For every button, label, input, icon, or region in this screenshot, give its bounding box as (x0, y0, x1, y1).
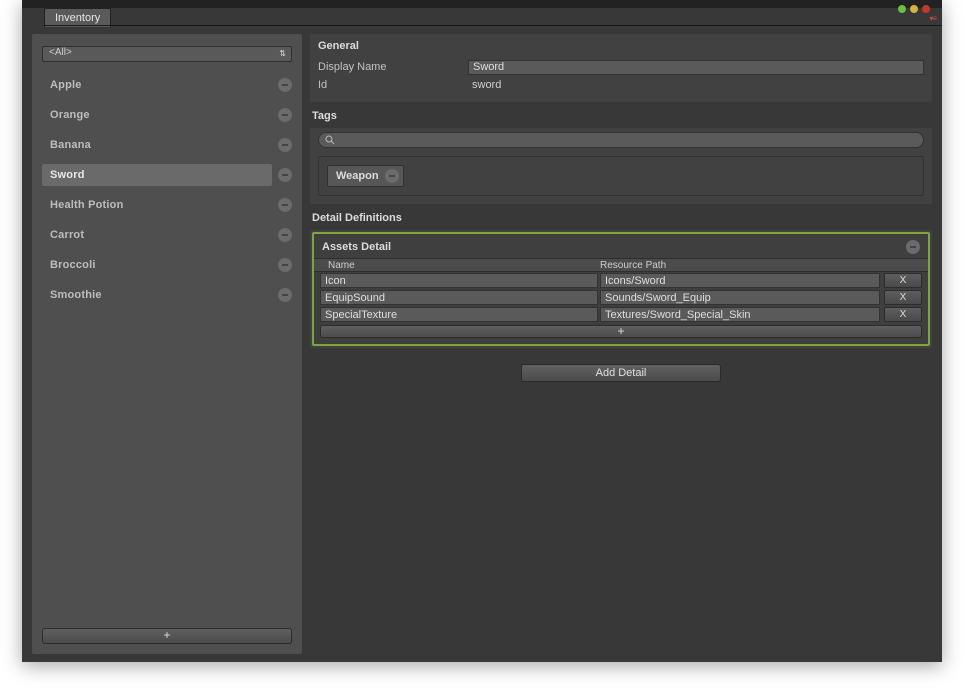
sidebar-item[interactable]: Sword (42, 164, 272, 186)
sidebar: <All> ⇅ Apple Orange Banana Sword Health Pot… (32, 34, 302, 654)
search-icon (325, 135, 335, 145)
sidebar-row: Carrot (42, 220, 292, 250)
sidebar-item[interactable]: Banana (42, 134, 272, 156)
sidebar-row: Banana (42, 130, 292, 160)
remove-item-button[interactable] (278, 138, 292, 152)
detail-definitions-title: Detail Definitions (310, 208, 932, 230)
remove-item-button[interactable] (278, 288, 292, 302)
sidebar-row: Health Potion (42, 190, 292, 220)
assets-table-body: XXX (314, 272, 928, 323)
window-menu-icon[interactable]: ▾≡ (929, 14, 936, 23)
id-value: sword (468, 79, 924, 91)
sidebar-item[interactable]: Apple (42, 74, 272, 96)
sidebar-row: Orange (42, 100, 292, 130)
asset-name-input[interactable] (320, 307, 598, 322)
add-item-button[interactable]: + (42, 628, 292, 644)
column-name: Name (322, 260, 600, 271)
delete-row-button[interactable]: X (884, 307, 922, 322)
status-dot-yellow[interactable] (910, 5, 918, 13)
window-controls (898, 5, 930, 13)
general-section: General Display Name Id sword (310, 34, 932, 102)
asset-name-input[interactable] (320, 273, 598, 288)
assets-detail-title: Assets Detail (322, 241, 900, 253)
asset-name-input[interactable] (320, 290, 598, 305)
id-label: Id (318, 79, 468, 91)
tags-section: Weapon (310, 128, 932, 204)
remove-item-button[interactable] (278, 168, 292, 182)
sidebar-item[interactable]: Broccoli (42, 254, 272, 276)
status-dot-green[interactable] (898, 5, 906, 13)
sidebar-item[interactable]: Carrot (42, 224, 272, 246)
remove-item-button[interactable] (278, 258, 292, 272)
tag-container: Weapon (318, 156, 924, 196)
delete-row-button[interactable]: X (884, 290, 922, 305)
add-asset-row-button[interactable]: + (320, 325, 922, 338)
delete-row-button[interactable]: X (884, 273, 922, 288)
top-toolbar (22, 0, 942, 8)
sidebar-item[interactable]: Orange (42, 104, 272, 126)
remove-panel-button[interactable] (906, 240, 920, 254)
tab-strip: Inventory (44, 8, 111, 26)
sidebar-row: Broccoli (42, 250, 292, 280)
sidebar-item[interactable]: Smoothie (42, 284, 272, 306)
sidebar-row: Smoothie (42, 280, 292, 310)
general-title: General (318, 38, 924, 58)
assets-detail-panel: Assets Detail Name Resource Path XXX + (312, 232, 930, 346)
editor-window: Inventory ▾≡ <All> ⇅ Apple Orange Banana Sw… (22, 0, 942, 662)
table-row: X (314, 306, 928, 323)
table-row: X (314, 289, 928, 306)
remove-tag-button[interactable] (385, 169, 399, 183)
table-row: X (314, 272, 928, 289)
asset-path-input[interactable] (600, 307, 880, 322)
status-dot-red[interactable] (922, 5, 930, 13)
asset-path-input[interactable] (600, 290, 880, 305)
filter-value: <All> (42, 46, 292, 62)
filter-dropdown[interactable]: <All> ⇅ (42, 46, 292, 62)
display-name-input[interactable] (468, 60, 924, 75)
tag-search-input[interactable] (318, 132, 924, 148)
remove-item-button[interactable] (278, 198, 292, 212)
display-name-label: Display Name (318, 61, 468, 73)
add-detail-button[interactable]: Add Detail (521, 364, 721, 382)
detail-definitions-section: Assets Detail Name Resource Path XXX + (310, 230, 932, 348)
remove-item-button[interactable] (278, 78, 292, 92)
item-list: Apple Orange Banana Sword Health Potion Carro… (42, 70, 292, 628)
sidebar-row: Apple (42, 70, 292, 100)
sidebar-row: Sword (42, 160, 292, 190)
column-path: Resource Path (600, 260, 920, 271)
remove-item-button[interactable] (278, 108, 292, 122)
assets-table-header: Name Resource Path (314, 258, 928, 272)
tag-label: Weapon (336, 170, 379, 182)
tags-title: Tags (310, 106, 932, 128)
remove-item-button[interactable] (278, 228, 292, 242)
details-pane: General Display Name Id sword Tags (306, 26, 942, 662)
asset-path-input[interactable] (600, 273, 880, 288)
sidebar-item[interactable]: Health Potion (42, 194, 272, 216)
tag-chip[interactable]: Weapon (327, 165, 404, 187)
